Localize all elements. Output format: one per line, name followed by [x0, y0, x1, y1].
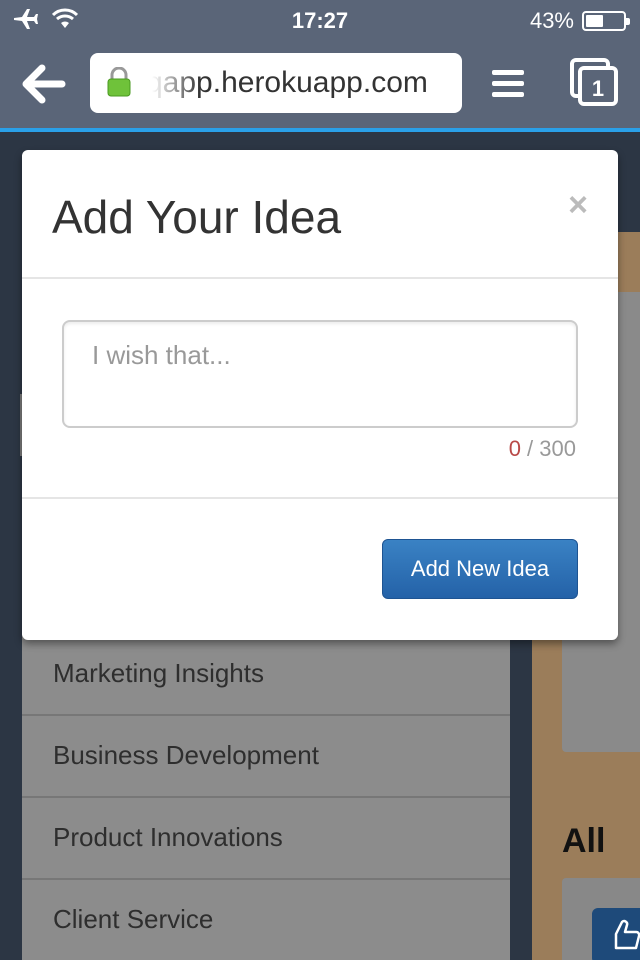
category-item-business[interactable]: Business Development	[22, 714, 510, 796]
idea-input[interactable]	[62, 320, 578, 428]
tabs-icon[interactable]: 1	[570, 58, 620, 108]
battery-percentage: 43%	[529, 8, 574, 33]
menu-icon[interactable]	[490, 66, 526, 102]
thumbs-up-button[interactable]	[592, 908, 640, 960]
category-item-marketing[interactable]: Marketing Insights	[22, 632, 510, 714]
url-fade	[140, 53, 200, 113]
back-arrow-icon[interactable]	[20, 60, 68, 108]
tab-count: 1	[592, 76, 604, 101]
category-item-product[interactable]: Product Innovations	[22, 796, 510, 878]
category-list: Marketing Insights Business Development …	[22, 632, 510, 960]
char-count: 0	[508, 436, 521, 461]
section-heading-all: All	[562, 822, 606, 860]
browser-toolbar: qapp.herokuapp.com 1	[0, 40, 640, 132]
battery-icon	[582, 11, 630, 31]
lock-icon	[107, 67, 131, 97]
modal-header: Add Your Idea ×	[22, 150, 618, 279]
char-max: 300	[539, 436, 576, 461]
add-idea-modal: Add Your Idea × 0 / 300 Add New Idea	[22, 150, 618, 640]
modal-body: 0 / 300	[22, 279, 618, 499]
status-right: 43%	[529, 8, 630, 34]
status-bar: 17:27 43%	[0, 0, 640, 40]
battery-fill	[586, 15, 604, 27]
add-new-idea-button[interactable]: Add New Idea	[382, 539, 578, 599]
category-item-client[interactable]: Client Service	[22, 878, 510, 960]
thumbs-up-icon	[614, 919, 640, 950]
close-icon[interactable]: ×	[568, 186, 588, 225]
character-counter: 0 / 300	[509, 436, 576, 462]
modal-footer: Add New Idea	[22, 499, 618, 640]
address-bar[interactable]: qapp.herokuapp.com	[90, 53, 462, 113]
char-separator: /	[520, 436, 540, 461]
modal-title: Add Your Idea	[52, 191, 342, 243]
